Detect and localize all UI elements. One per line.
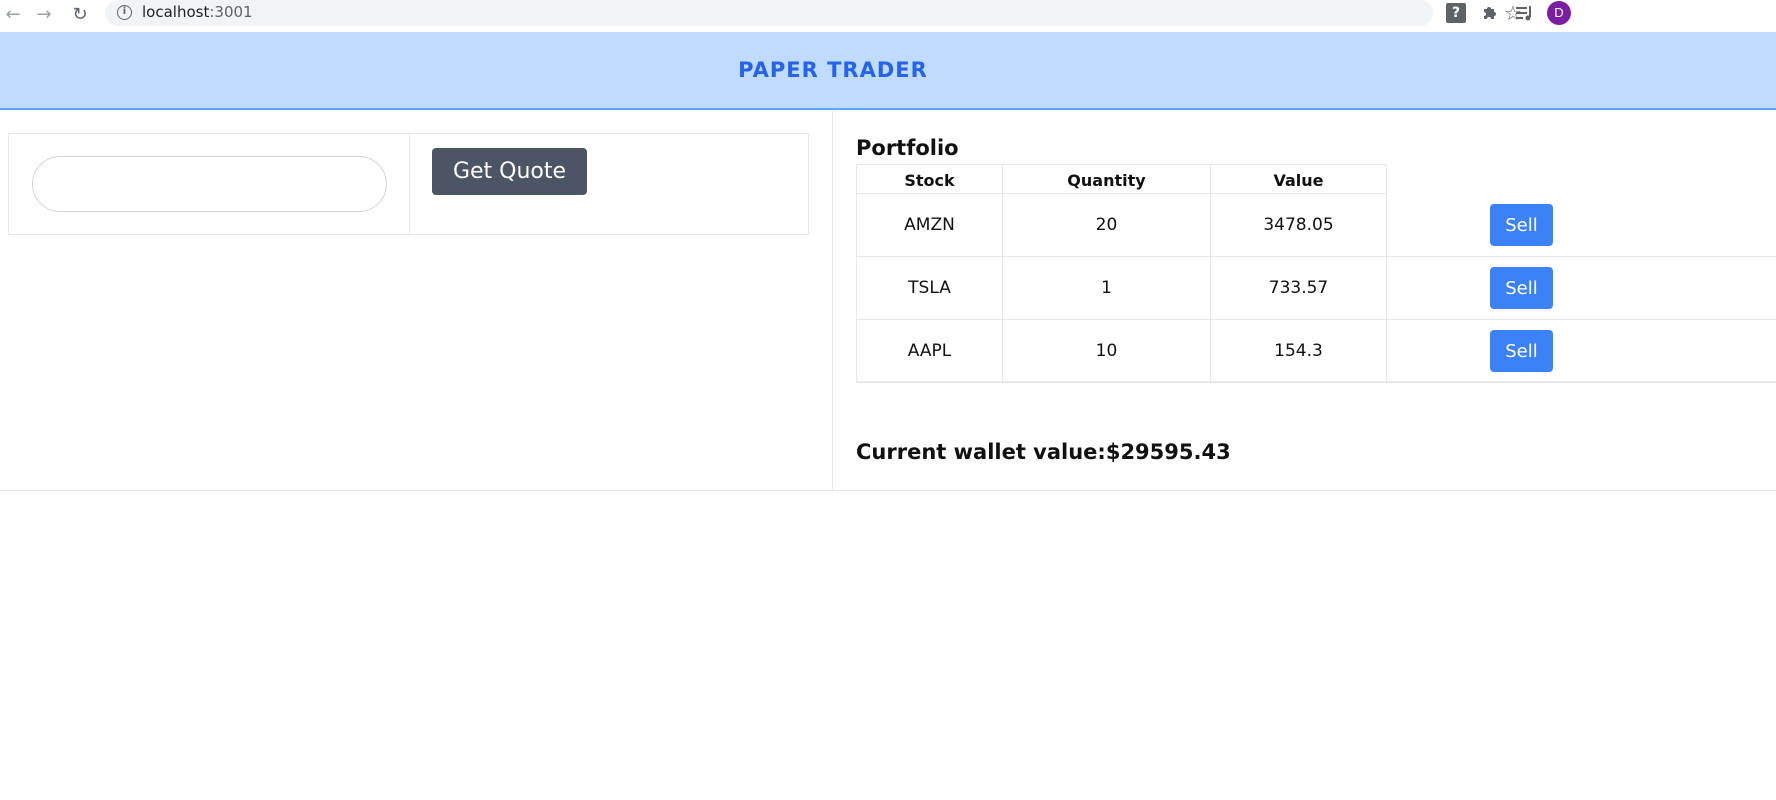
ticker-input[interactable] — [32, 156, 387, 212]
value-cell: 154.3 — [1211, 320, 1387, 382]
bottom-divider — [0, 490, 1776, 491]
column-header-quantity: Quantity — [1003, 164, 1211, 194]
url-host: localhost — [142, 3, 210, 21]
quote-form: Get Quote — [8, 133, 809, 235]
app-title: PAPER TRADER — [738, 58, 928, 82]
quantity-cell: 20 — [1003, 194, 1211, 256]
quantity-cell: 10 — [1003, 320, 1211, 382]
get-quote-button[interactable]: Get Quote — [432, 148, 587, 195]
address-bar[interactable]: i localhost:3001 ☆ — [105, 0, 1522, 26]
forward-arrow-icon[interactable]: → — [33, 4, 55, 26]
value-cell: 733.57 — [1211, 257, 1387, 319]
value-cell: 3478.05 — [1211, 194, 1387, 256]
column-header-stock: Stock — [856, 164, 1003, 194]
column-header-value: Value — [1211, 164, 1387, 194]
quantity-cell: 1 — [1003, 257, 1211, 319]
sell-button[interactable]: Sell — [1490, 267, 1553, 309]
quote-panel: Get Quote — [0, 110, 832, 491]
profile-avatar[interactable]: D — [1547, 1, 1571, 25]
table-row: TSLA 1 733.57 Sell — [856, 257, 1776, 320]
stock-cell: AAPL — [856, 320, 1003, 382]
sell-button[interactable]: Sell — [1490, 204, 1553, 246]
help-extension-icon[interactable]: ? — [1446, 3, 1466, 23]
url-text: localhost:3001 — [142, 3, 253, 21]
url-port: :3001 — [209, 3, 253, 21]
table-row: AMZN 20 3478.05 Sell — [856, 194, 1776, 257]
portfolio-title: Portfolio — [856, 136, 959, 160]
browser-toolbar: ← → ↻ i localhost:3001 ☆ ? D — [0, 0, 1776, 30]
quote-divider — [409, 134, 410, 234]
media-queue-icon[interactable] — [1514, 3, 1534, 23]
panel-divider — [832, 110, 833, 491]
reload-icon[interactable]: ↻ — [69, 4, 91, 26]
stock-cell: TSLA — [856, 257, 1003, 319]
site-info-icon[interactable]: i — [117, 5, 132, 20]
wallet-value: Current wallet value:$29595.43 — [856, 440, 1231, 464]
stock-cell: AMZN — [856, 194, 1003, 256]
app-header: PAPER TRADER — [0, 32, 1776, 110]
extensions-puzzle-icon[interactable] — [1480, 3, 1500, 23]
sell-button[interactable]: Sell — [1490, 330, 1553, 372]
table-row: AAPL 10 154.3 Sell — [856, 320, 1776, 383]
back-arrow-icon[interactable]: ← — [2, 4, 24, 26]
